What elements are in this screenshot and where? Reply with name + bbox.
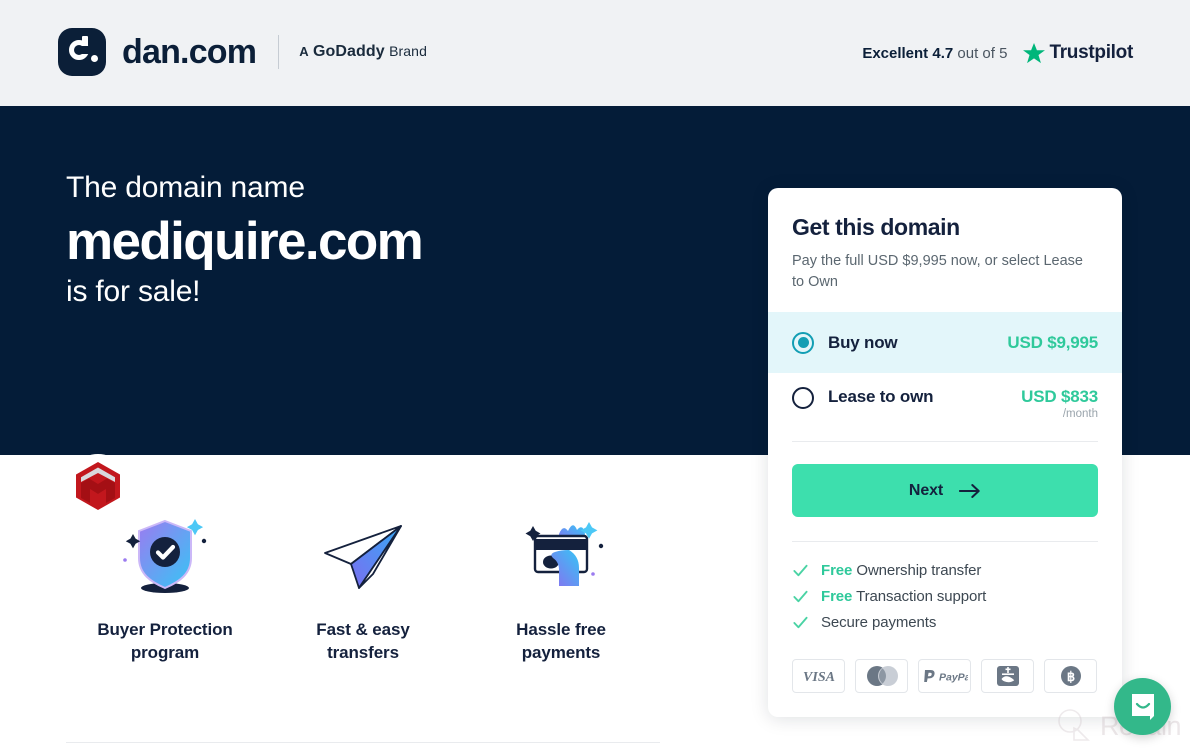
feature-label: Buyer Protection program xyxy=(66,619,264,665)
purchase-card-title: Get this domain xyxy=(792,214,960,240)
trustpilot-logo: Trustpilot xyxy=(1023,42,1133,64)
mastercard-icon xyxy=(855,659,908,694)
perk-label: Secure payments xyxy=(821,614,937,632)
mega-domains-cube-icon xyxy=(66,454,130,518)
perk-label: Ownership transfer xyxy=(856,562,982,580)
perk-emphasis: Free xyxy=(821,588,853,606)
feature-label-line2: program xyxy=(130,642,200,662)
godaddy-prefix: A xyxy=(299,44,309,59)
trustpilot-rating-value: 4.7 xyxy=(932,44,954,62)
feature-label-line2: payments xyxy=(521,642,601,662)
purchase-card-header: Get this domain Pay the full USD $9,995 … xyxy=(768,188,1122,312)
card-tap-icon xyxy=(462,512,660,600)
option-lease-to-own[interactable]: Lease to own USD $833 /month xyxy=(768,373,1122,441)
feature-label: Fast & easy transfers xyxy=(264,619,462,665)
hero-headline-block: The domain name mediquire.com is for sal… xyxy=(66,171,424,309)
hero-line-3: is for sale! xyxy=(66,274,201,308)
trustpilot-rating-suffix: out of 5 xyxy=(957,44,1008,62)
option-lease-to-own-label: Lease to own xyxy=(828,387,934,407)
intercom-chat-icon[interactable] xyxy=(1114,678,1171,735)
site-header: dan.com A GoDaddy Brand Excellent 4.7 ou… xyxy=(0,0,1190,106)
trustpilot-rating-word: Excellent xyxy=(862,44,929,62)
perk-text: Secure payments xyxy=(821,614,936,631)
perk-secure-payments: Secure payments xyxy=(792,614,1098,631)
listed-by-text: Listed by Mega Domains xyxy=(148,464,261,509)
svg-text:PayPal: PayPal xyxy=(939,672,968,684)
check-icon xyxy=(793,616,808,629)
dan-logo-icon xyxy=(58,28,106,76)
check-icon xyxy=(793,564,808,577)
seller-name: Mega Domains xyxy=(148,488,261,506)
next-button-label: Next xyxy=(908,481,944,499)
next-button-wrap: Next xyxy=(768,442,1122,541)
alipay-icon xyxy=(981,659,1034,694)
feature-label-line1: Buyer Protection xyxy=(97,620,233,639)
paper-plane-icon xyxy=(264,512,462,600)
brand-lockup[interactable]: dan.com A GoDaddy Brand xyxy=(58,28,427,76)
perk-text: Free Ownership transfer xyxy=(821,562,981,579)
feature-label-line2: transfers xyxy=(327,642,399,662)
radio-lease-to-own[interactable] xyxy=(792,387,814,410)
page-title: mediquire.com xyxy=(66,211,424,271)
trustpilot-star-icon xyxy=(1023,42,1046,63)
bitcoin-icon: ฿ xyxy=(1044,659,1097,694)
option-buy-now-price-wrap: USD $9,995 xyxy=(1007,333,1098,353)
trustpilot-rating[interactable]: Excellent 4.7 out of 5 Trustpilot xyxy=(862,42,1133,64)
arrow-right-icon xyxy=(959,483,980,498)
listed-by-label: Listed by xyxy=(148,465,209,483)
listed-by-block: Listed by Mega Domains xyxy=(66,454,261,518)
option-lease-to-own-price: USD $833 xyxy=(1021,387,1098,407)
feature-label-line1: Fast & easy xyxy=(316,620,410,639)
features-row: Buyer Protection program Fast & easy tra… xyxy=(66,512,660,665)
hero-line-1: The domain name xyxy=(66,171,305,204)
purchase-card: Get this domain Pay the full USD $9,995 … xyxy=(768,188,1122,718)
payment-methods-row: VISA PayPal xyxy=(768,637,1122,717)
feature-label-line1: Hassle free xyxy=(516,620,606,639)
perk-label: Transaction support xyxy=(856,588,987,606)
next-button[interactable]: Next xyxy=(792,464,1098,518)
page-root: dan.com A GoDaddy Brand Excellent 4.7 ou… xyxy=(0,0,1190,753)
svg-text:VISA: VISA xyxy=(803,670,835,684)
perk-text: Free Transaction support xyxy=(821,588,986,605)
feature-fast-transfers: Fast & easy transfers xyxy=(264,512,462,665)
feature-hassle-free-payments: Hassle free payments xyxy=(462,512,660,665)
brand-name: dan.com xyxy=(122,33,257,71)
radio-buy-now[interactable] xyxy=(792,331,814,354)
godaddy-brand-line: A GoDaddy Brand xyxy=(299,43,427,61)
option-buy-now-label: Buy now xyxy=(828,332,898,352)
perk-transaction-support: Free Transaction support xyxy=(792,588,1098,605)
perks-list: Free Ownership transfer Free Transaction… xyxy=(768,542,1122,637)
paypal-icon: PayPal xyxy=(918,659,971,694)
feature-label: Hassle free payments xyxy=(462,619,660,665)
option-buy-now-price: USD $9,995 xyxy=(1007,332,1098,352)
brand-divider xyxy=(278,35,280,69)
option-lease-to-own-period: /month xyxy=(1062,408,1098,421)
godaddy-name: GoDaddy xyxy=(312,43,385,60)
godaddy-suffix: Brand xyxy=(389,43,427,59)
option-buy-now[interactable]: Buy now USD $9,995 xyxy=(768,312,1122,374)
feature-buyer-protection: Buyer Protection program xyxy=(66,512,264,665)
check-icon xyxy=(793,590,808,603)
option-lease-to-own-price-wrap: USD $833 /month xyxy=(1021,387,1098,420)
perk-emphasis: Free xyxy=(821,562,853,580)
svg-text:฿: ฿ xyxy=(1066,669,1074,684)
section-divider xyxy=(66,742,660,743)
shield-check-icon xyxy=(66,512,264,600)
trustpilot-wordmark: Trustpilot xyxy=(1049,42,1133,63)
perk-ownership-transfer: Free Ownership transfer xyxy=(792,562,1098,579)
visa-icon: VISA xyxy=(792,659,845,694)
purchase-card-subtitle: Pay the full USD $9,995 now, or select L… xyxy=(792,253,1083,290)
trustpilot-rating-text: Excellent 4.7 out of 5 xyxy=(862,45,1007,62)
